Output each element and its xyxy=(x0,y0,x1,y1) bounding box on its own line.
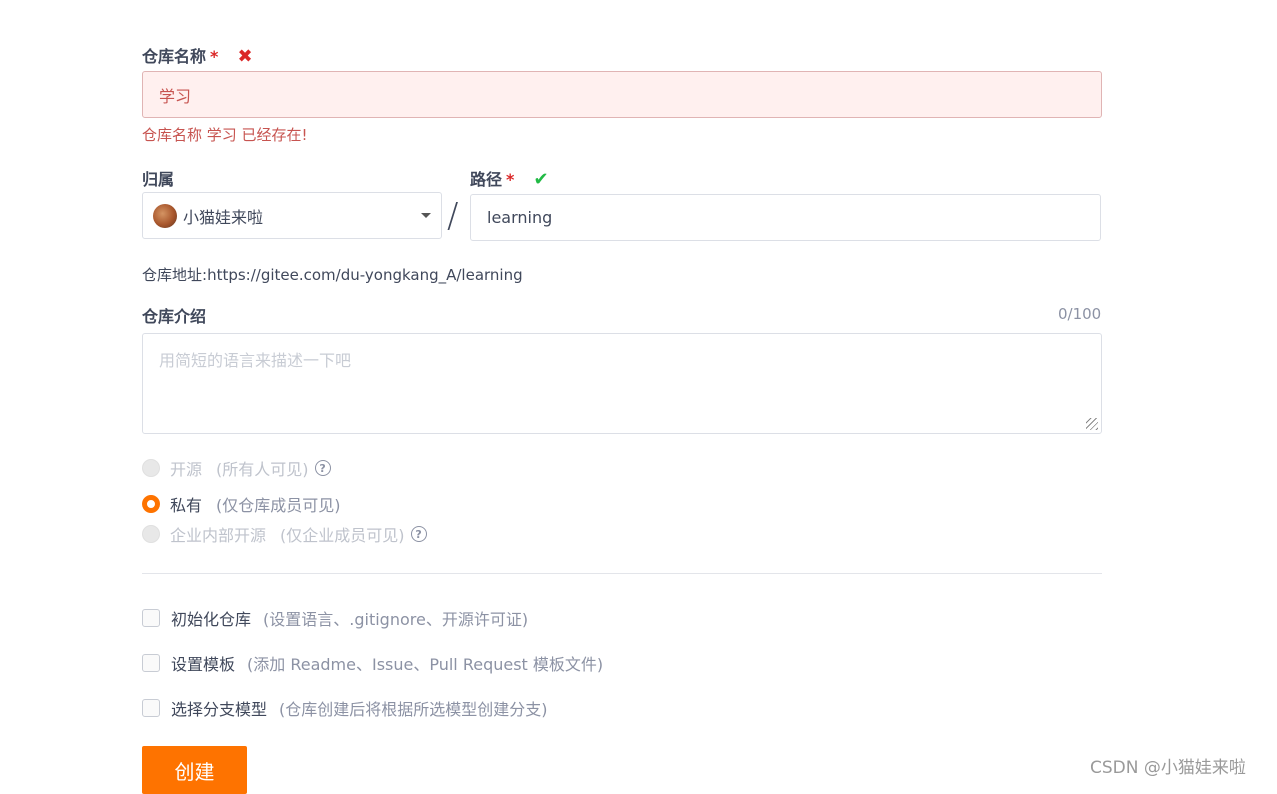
visibility-option-internal[interactable]: 企业内部开源 (仅企业成员可见) ? xyxy=(142,522,427,546)
visibility-hint: (仅仓库成员可见) xyxy=(216,496,341,515)
path-input[interactable]: learning xyxy=(470,194,1101,241)
description-counter: 0/100 xyxy=(1058,305,1102,323)
visibility-option-public[interactable]: 开源 (所有人可见) ? xyxy=(142,456,331,480)
visibility-label: 企业内部开源 xyxy=(170,526,267,545)
visibility-label: 开源 xyxy=(170,460,203,479)
path-label-row: 路径 * ✔ xyxy=(470,166,549,190)
owner-label: 归属 xyxy=(142,170,175,189)
required-mark: * xyxy=(506,170,515,189)
check-icon: ✔ xyxy=(533,169,549,190)
create-button[interactable]: 创建 xyxy=(142,746,247,794)
owner-value: 小猫娃来啦 xyxy=(183,207,264,227)
help-icon[interactable]: ? xyxy=(410,526,427,542)
help-icon[interactable]: ? xyxy=(314,460,331,476)
branch-model-option[interactable]: 选择分支模型 (仓库创建后将根据所选模型创建分支) xyxy=(142,696,548,720)
resize-handle-icon[interactable] xyxy=(1086,418,1098,430)
caret-down-icon xyxy=(421,213,431,218)
owner-select[interactable]: 小猫娃来啦 xyxy=(142,192,442,239)
repo-name-error: 仓库名称 学习 已经存在! xyxy=(142,126,308,144)
description-placeholder: 用简短的语言来描述一下吧 xyxy=(159,351,352,370)
init-repo-option[interactable]: 初始化仓库 (设置语言、.gitignore、开源许可证) xyxy=(142,606,528,630)
branch-model-label: 选择分支模型 xyxy=(171,700,268,719)
path-separator: / xyxy=(447,196,459,236)
visibility-option-private[interactable]: 私有 (仅仓库成员可见) xyxy=(142,492,341,516)
repo-name-label-row: 仓库名称 * ✖ xyxy=(142,43,253,67)
init-repo-label: 初始化仓库 xyxy=(171,610,252,629)
path-value: learning xyxy=(487,208,553,227)
visibility-label: 私有 xyxy=(170,496,203,515)
init-repo-checkbox[interactable] xyxy=(142,609,160,627)
templates-hint: (添加 Readme、Issue、Pull Request 模板文件) xyxy=(247,655,604,674)
radio-button[interactable] xyxy=(142,459,160,477)
description-textarea[interactable]: 用简短的语言来描述一下吧 xyxy=(142,333,1102,434)
templates-checkbox[interactable] xyxy=(142,654,160,672)
required-mark: * xyxy=(210,47,219,66)
watermark: CSDN @小猫娃来啦 xyxy=(1090,758,1246,778)
visibility-hint: (所有人可见) xyxy=(216,460,309,479)
branch-model-checkbox[interactable] xyxy=(142,699,160,717)
visibility-hint: (仅企业成员可见) xyxy=(280,526,405,545)
branch-model-hint: (仓库创建后将根据所选模型创建分支) xyxy=(279,700,548,719)
repo-url-label: 仓库地址: xyxy=(142,266,208,284)
templates-label: 设置模板 xyxy=(171,655,236,674)
description-label: 仓库介绍 xyxy=(142,307,207,326)
divider xyxy=(142,573,1102,574)
repo-name-input[interactable]: 学习 xyxy=(142,71,1102,118)
error-x-icon: ✖ xyxy=(237,46,253,67)
repo-url: 仓库地址:https://gitee.com/du-yongkang_A/lea… xyxy=(142,264,523,285)
templates-option[interactable]: 设置模板 (添加 Readme、Issue、Pull Request 模板文件) xyxy=(142,651,603,675)
repo-name-label: 仓库名称 xyxy=(142,47,207,66)
init-repo-hint: (设置语言、.gitignore、开源许可证) xyxy=(263,610,529,629)
repo-url-value: https://gitee.com/du-yongkang_A/learning xyxy=(207,266,523,284)
path-label: 路径 xyxy=(470,170,503,189)
radio-button[interactable] xyxy=(142,495,160,513)
repo-name-value: 学习 xyxy=(159,86,192,106)
avatar xyxy=(153,203,177,228)
radio-button[interactable] xyxy=(142,525,160,543)
